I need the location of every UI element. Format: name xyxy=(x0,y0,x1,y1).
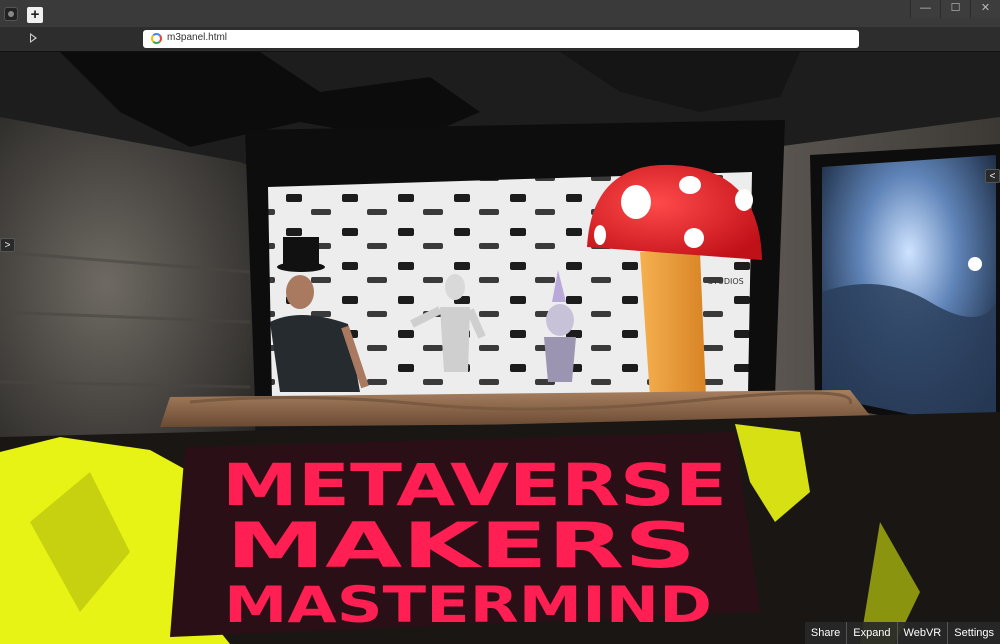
browser-toolbar: m3panel.html xyxy=(0,27,1000,52)
play-icon[interactable] xyxy=(30,33,37,43)
bottom-toolbar: Share Expand WebVR Settings xyxy=(804,622,1000,644)
vr-scene: METAVERSE MAKERS MASTERMIND STUDIOS xyxy=(0,52,1000,644)
close-button[interactable]: ✕ xyxy=(970,0,1000,18)
right-panel-toggle[interactable]: < xyxy=(985,169,1000,183)
scene-viewport[interactable]: METAVERSE MAKERS MASTERMIND STUDIOS > < … xyxy=(0,52,1000,644)
expand-button[interactable]: Expand xyxy=(847,622,896,644)
banner-line-2: MAKERS xyxy=(226,509,696,582)
settings-button[interactable]: Settings xyxy=(948,622,1000,644)
new-tab-button[interactable]: + xyxy=(27,7,43,23)
maximize-button[interactable]: ☐ xyxy=(940,0,970,18)
minimize-button[interactable]: — xyxy=(910,0,940,18)
window-controls: — ☐ ✕ xyxy=(910,0,1000,18)
address-bar[interactable]: m3panel.html xyxy=(143,30,859,48)
banner-line-3: MASTERMIND xyxy=(224,576,712,634)
url-text: m3panel.html xyxy=(167,32,228,43)
tab-bar: + — ☐ ✕ xyxy=(0,0,1000,27)
google-icon xyxy=(151,33,162,44)
webvr-button[interactable]: WebVR xyxy=(898,622,948,644)
share-button[interactable]: Share xyxy=(805,622,846,644)
backdrop-logo: STUDIOS xyxy=(708,277,744,286)
tab-favicon-icon[interactable] xyxy=(4,7,18,21)
left-panel-toggle[interactable]: > xyxy=(0,238,15,252)
